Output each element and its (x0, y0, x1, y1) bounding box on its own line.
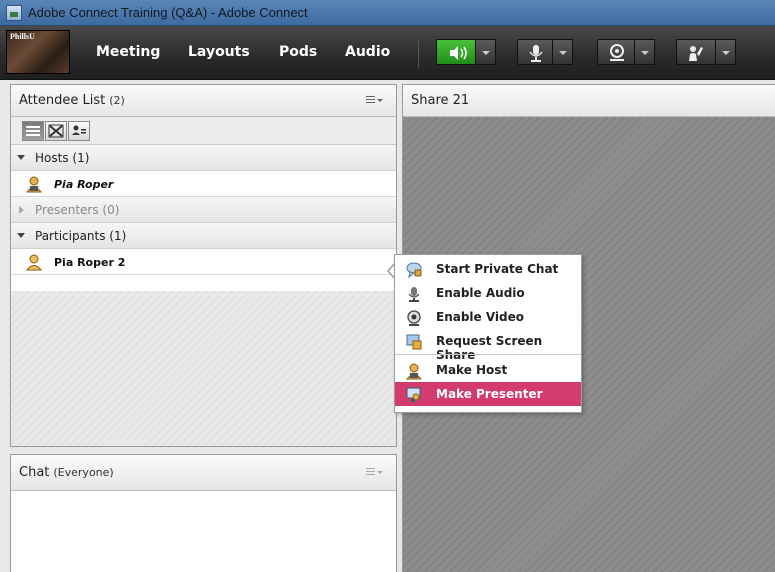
attendee-pod-title-text: Attendee List (19, 93, 106, 108)
chat-bubble-icon (406, 262, 422, 279)
attendee-pod: Attendee List (2) Hosts (1) Pia Roper Pr… (10, 84, 397, 447)
menu-item-label: Enable Audio (436, 286, 525, 300)
screen-share-icon (406, 334, 422, 350)
webcam-icon (407, 310, 421, 326)
host-icon (25, 176, 43, 193)
raise-hand-icon (689, 46, 703, 61)
expand-triangle-icon (17, 155, 25, 160)
microphone-dropdown[interactable] (553, 39, 573, 65)
attendee-name: Pia Roper (54, 178, 114, 191)
menu-item-make-host[interactable]: Make Host (395, 358, 581, 382)
host-icon (405, 363, 423, 380)
window-title: Adobe Connect Training (Q&A) - Adobe Con… (28, 5, 308, 20)
menu-divider (395, 354, 581, 355)
chat-pod: Chat (Everyone) (10, 454, 397, 572)
person-list-icon (72, 125, 86, 135)
attendee-pod-title: Attendee List (2) (19, 93, 125, 108)
microphone-icon (408, 287, 420, 302)
webcam-dropdown[interactable] (635, 39, 655, 65)
menu-layouts[interactable]: Layouts (188, 44, 250, 60)
section-participants-label: Participants (1) (35, 229, 127, 243)
pod-options-icon[interactable] (366, 96, 383, 106)
share-pod-title: Share 21 (411, 93, 470, 108)
attendee-pod-header: Attendee List (2) (11, 85, 396, 117)
menu-item-request-screen-share[interactable]: Request Screen Share (395, 329, 581, 362)
microphone-button[interactable] (517, 39, 553, 65)
attendee-name: Pia Roper 2 (54, 256, 126, 269)
menubar-divider (418, 38, 419, 68)
menu-item-enable-video[interactable]: Enable Video (395, 305, 581, 329)
expand-icon (48, 124, 64, 138)
microphone-icon (529, 45, 543, 62)
menu-meeting[interactable]: Meeting (96, 44, 160, 60)
chat-pod-header: Chat (Everyone) (11, 455, 396, 491)
chat-scope: (Everyone) (53, 466, 114, 479)
raise-hand-button[interactable] (676, 39, 716, 65)
chat-pod-title: Chat (Everyone) (19, 465, 114, 480)
section-hosts[interactable]: Hosts (1) (11, 145, 396, 171)
menu-item-enable-audio[interactable]: Enable Audio (395, 281, 581, 305)
section-participants[interactable]: Participants (1) (11, 223, 396, 249)
speaker-dropdown[interactable] (476, 39, 496, 65)
logo: PhillsU (6, 30, 70, 74)
menu-item-label: Make Presenter (436, 387, 543, 401)
section-hosts-label: Hosts (1) (35, 151, 90, 165)
attendee-list-empty-area (11, 291, 396, 446)
raise-hand-dropdown[interactable] (716, 39, 736, 65)
webcam-button[interactable] (597, 39, 635, 65)
app-icon (6, 5, 22, 21)
list-view-button[interactable] (22, 121, 44, 141)
attendee-context-menu: Start Private Chat Enable Audio Enable V… (394, 254, 582, 413)
attendee-status-view-button[interactable] (68, 121, 90, 141)
menu-bar: PhillsU Meeting Layouts Pods Audio (0, 26, 775, 80)
presenter-icon (406, 387, 421, 402)
speaker-icon (450, 46, 467, 60)
menu-item-start-private-chat[interactable]: Start Private Chat (395, 257, 581, 281)
participant-icon (25, 254, 43, 271)
collapsed-triangle-icon (19, 206, 24, 214)
webcam-icon (610, 44, 624, 61)
window-titlebar: Adobe Connect Training (Q&A) - Adobe Con… (0, 0, 775, 26)
section-presenters-label: Presenters (0) (35, 203, 120, 217)
menu-item-label: Make Host (436, 363, 508, 377)
chat-pod-title-text: Chat (19, 465, 50, 480)
share-pod-header: Share 21 (403, 85, 775, 117)
pod-options-icon[interactable] (366, 468, 383, 478)
fullscreen-view-button[interactable] (45, 121, 67, 141)
menu-item-make-presenter[interactable]: Make Presenter (395, 382, 581, 406)
attendee-count: (2) (109, 94, 125, 107)
section-presenters[interactable]: Presenters (0) (11, 197, 396, 223)
attendee-row[interactable]: Pia Roper (11, 171, 396, 197)
attendee-row[interactable]: Pia Roper 2 (11, 249, 396, 275)
attendee-view-bar (11, 117, 396, 145)
expand-triangle-icon (17, 233, 25, 238)
logo-text: PhillsU (10, 32, 35, 41)
menu-item-label: Start Private Chat (436, 262, 559, 276)
menu-pods[interactable]: Pods (279, 44, 317, 60)
list-view-icon (26, 126, 40, 136)
speaker-button[interactable] (436, 39, 476, 65)
menu-item-label: Enable Video (436, 310, 525, 324)
menu-audio[interactable]: Audio (345, 44, 390, 60)
